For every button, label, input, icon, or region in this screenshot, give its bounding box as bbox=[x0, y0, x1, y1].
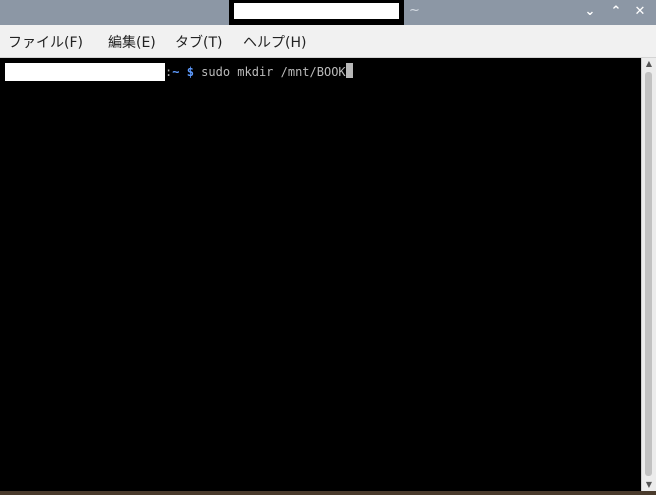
prompt-separator: : bbox=[165, 65, 173, 79]
menu-help[interactable]: ヘルプ(H) bbox=[243, 32, 306, 52]
desktop-edge bbox=[0, 491, 656, 495]
prompt-dollar: $ bbox=[186, 65, 194, 79]
menu-tab[interactable]: タブ(T) bbox=[175, 32, 222, 52]
scroll-up-icon[interactable]: ▲ bbox=[642, 58, 656, 70]
text-cursor bbox=[345, 63, 353, 78]
vertical-scrollbar[interactable]: ▲ ▼ bbox=[641, 58, 656, 491]
title-bar[interactable]: ~ ⌄ ⌃ ✕ bbox=[0, 0, 656, 25]
terminal-window: ~ ⌄ ⌃ ✕ ファイル(F) 編集(E) タブ(T) ヘルプ(H) :~ $ … bbox=[0, 0, 656, 495]
title-redacted-block bbox=[229, 0, 404, 25]
prompt-line: :~ $ sudo mkdir /mnt/BOOK bbox=[5, 61, 353, 81]
window-title: ~ bbox=[409, 3, 420, 18]
terminal-area[interactable]: :~ $ sudo mkdir /mnt/BOOK bbox=[0, 58, 641, 491]
close-icon: ✕ bbox=[634, 4, 646, 19]
scroll-down-icon[interactable]: ▼ bbox=[642, 479, 656, 491]
user-host-redacted bbox=[5, 63, 165, 81]
prompt-path: ~ bbox=[172, 65, 180, 79]
menu-bar: ファイル(F) 編集(E) タブ(T) ヘルプ(H) bbox=[0, 25, 656, 58]
scrollbar-thumb[interactable] bbox=[645, 72, 652, 476]
minimize-button[interactable]: ⌄ bbox=[579, 2, 601, 22]
chevron-down-icon: ⌄ bbox=[584, 4, 596, 19]
maximize-button[interactable]: ⌃ bbox=[605, 2, 627, 22]
command-text: sudo mkdir /mnt/BOOK bbox=[193, 65, 346, 79]
title-redacted-field bbox=[234, 3, 399, 19]
menu-file[interactable]: ファイル(F) bbox=[8, 32, 83, 52]
close-button[interactable]: ✕ bbox=[629, 2, 651, 22]
menu-edit[interactable]: 編集(E) bbox=[108, 32, 156, 52]
chevron-up-icon: ⌃ bbox=[610, 4, 622, 19]
